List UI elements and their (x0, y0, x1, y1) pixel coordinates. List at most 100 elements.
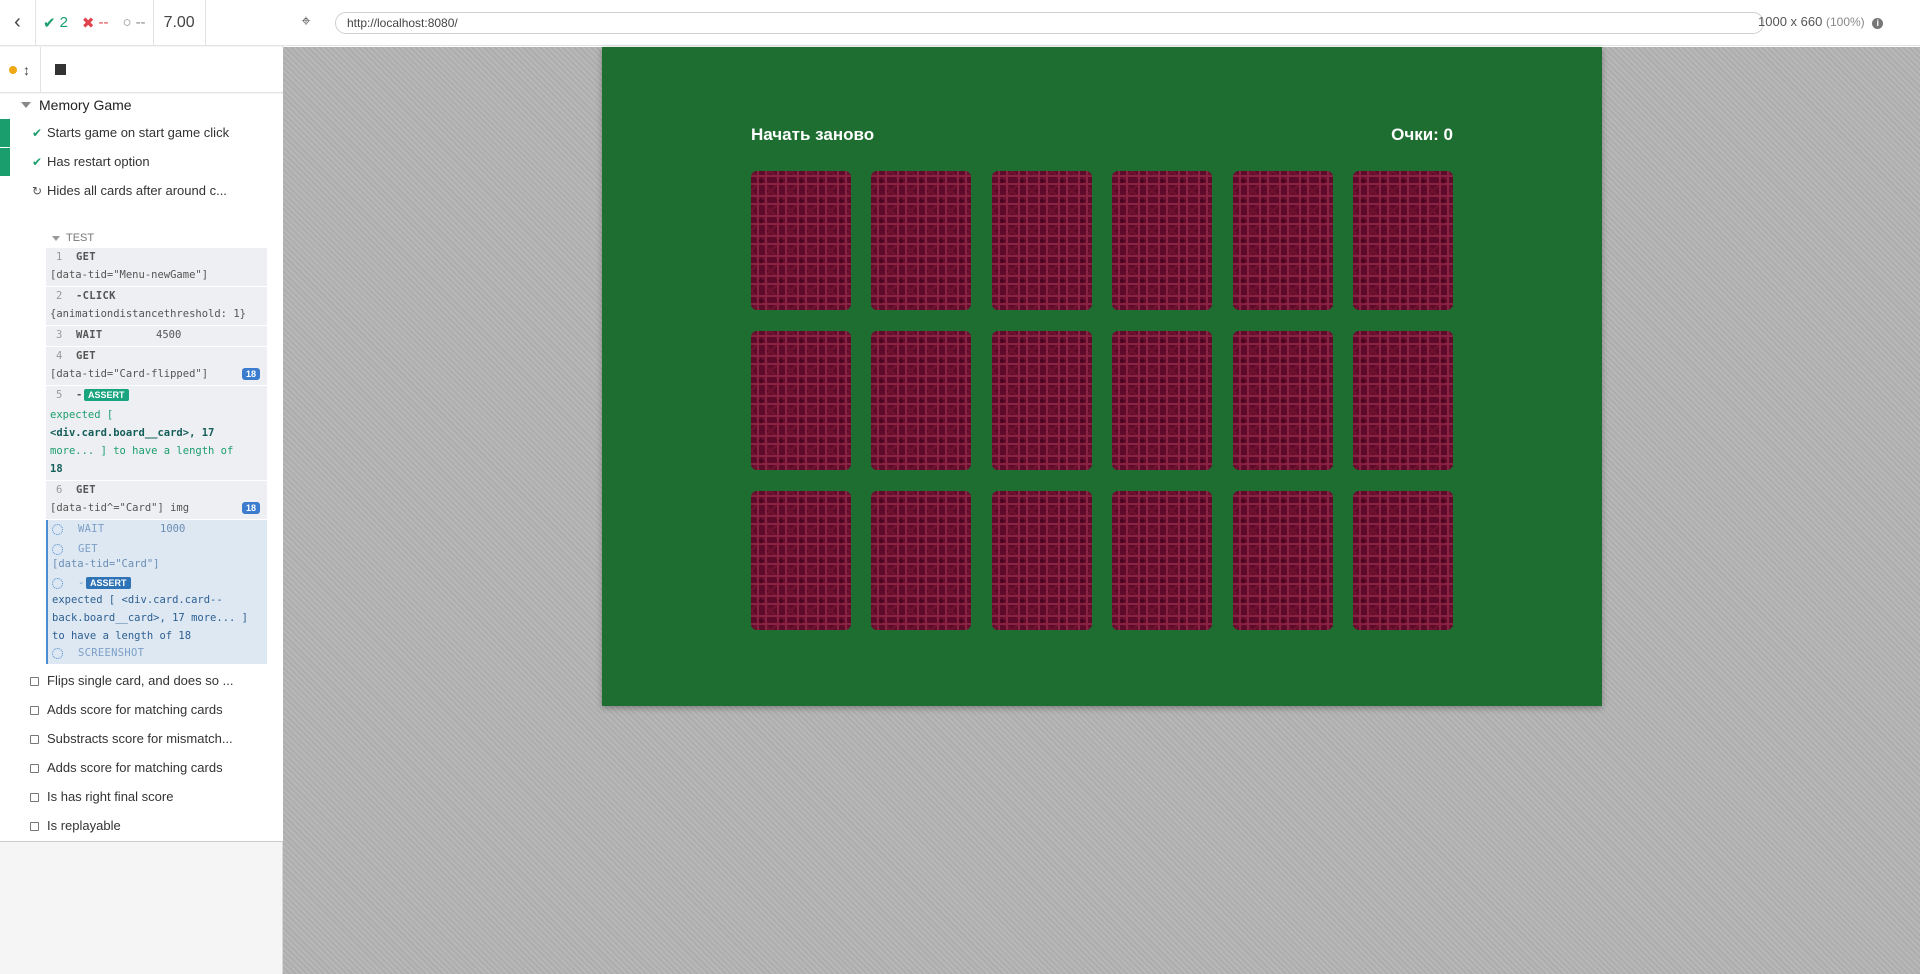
spinner-icon (52, 524, 63, 535)
hook-header[interactable]: TEST (52, 228, 94, 248)
pending-square-icon (30, 677, 39, 686)
passed-bar (0, 119, 10, 147)
stop-button[interactable] (55, 64, 66, 75)
caret-down-icon (52, 235, 60, 241)
card-back-dots (871, 491, 972, 630)
card-back-dots (991, 331, 1092, 470)
test-item[interactable]: Adds score for matching cards (0, 754, 283, 782)
card[interactable] (871, 171, 972, 310)
card[interactable] (751, 171, 851, 310)
command-get[interactable]: 1 GET [data-tid="Menu-newGame"] (46, 248, 267, 286)
count-badge: 18 (241, 368, 260, 380)
card-back-dots (751, 171, 851, 310)
card[interactable] (1353, 491, 1453, 630)
card[interactable] (751, 491, 851, 630)
command-screenshot-pending[interactable]: SCREENSHOT (46, 644, 267, 664)
card[interactable] (1112, 331, 1213, 470)
score-display: Очки: 0 (1391, 125, 1453, 144)
card[interactable] (871, 491, 972, 630)
assert-tag: ASSERT (84, 389, 129, 401)
pending-count: ○ -- (122, 14, 146, 31)
info-icon: i (1872, 18, 1884, 29)
card[interactable] (751, 331, 851, 470)
assert-tag: ASSERT (86, 577, 131, 589)
passed-count: ✔ 2 (43, 14, 68, 32)
restart-button[interactable]: Начать заново (751, 125, 874, 145)
card-back-dots (1112, 331, 1213, 470)
assert-message: expected [ <div.card.card-- back.board__… (52, 594, 248, 642)
card[interactable] (991, 171, 1092, 310)
command-get[interactable]: 6 GET [data-tid^="Card"] img 18 (46, 481, 267, 519)
command-click[interactable]: 2 -CLICK {animationdistancethreshold: 1} (46, 287, 267, 325)
test-item[interactable]: ✔ Has restart option (0, 148, 283, 176)
card-back-dots (871, 171, 972, 310)
card-back-dots (1232, 491, 1333, 630)
scroll-toggle-icon[interactable]: ↕ (23, 62, 30, 78)
caret-down-icon (21, 102, 31, 108)
command-assert-pending[interactable]: - ASSERT expected [ <div.card.card-- bac… (46, 574, 267, 644)
command-assert[interactable]: 5 - ASSERT expected [ <div.card.board__c… (46, 386, 267, 480)
test-item[interactable]: Substracts score for mismatch... (0, 725, 283, 753)
count-badge: 18 (241, 502, 260, 514)
cross-icon: ✖ (81, 14, 95, 32)
test-item[interactable]: Is has right final score (0, 783, 283, 811)
card-back-dots (991, 491, 1092, 630)
suite-title[interactable]: Memory Game (0, 94, 132, 116)
test-item[interactable]: Flips single card, and does so ... (0, 667, 283, 695)
card[interactable] (991, 331, 1092, 470)
run-controls: ↕ (0, 46, 283, 93)
pending-square-icon (30, 822, 39, 831)
check-icon: ✔ (31, 155, 43, 169)
card[interactable] (1232, 491, 1333, 630)
command-get[interactable]: 4 GET [data-tid="Card-flipped"] 18 (46, 347, 267, 385)
card-back-dots (991, 171, 1092, 310)
pending-square-icon (30, 764, 39, 773)
card[interactable] (871, 331, 972, 470)
card-back-dots (1353, 491, 1453, 630)
card-back-dots (1232, 331, 1333, 470)
pending-square-icon (30, 735, 39, 744)
duration: 7.00 (152, 0, 206, 46)
card[interactable] (1112, 171, 1213, 310)
pending-square-icon (30, 793, 39, 802)
card[interactable] (1353, 331, 1453, 470)
stats-bar: ‹ ✔ 2 ✖ -- ○ -- 7.00 (0, 0, 283, 46)
test-item[interactable]: ✔ Starts game on start game click (0, 119, 283, 147)
card-back-dots (1353, 331, 1453, 470)
circle-icon: ○ (122, 14, 132, 31)
test-item[interactable]: Adds score for matching cards (0, 696, 283, 724)
test-item[interactable]: ↻ Hides all cards after around c... (0, 177, 283, 205)
spinner-icon (52, 578, 63, 589)
card-back-dots (1112, 171, 1213, 310)
card[interactable] (1232, 331, 1333, 470)
card[interactable] (1232, 171, 1333, 310)
runnables-list: Memory Game ✔ Starts game on start game … (0, 94, 283, 842)
card[interactable] (1353, 171, 1453, 310)
card-back-dots (871, 331, 972, 470)
refresh-icon: ↻ (31, 184, 43, 198)
assert-message: expected [ <div.card.board__card>, 17 mo… (50, 409, 234, 475)
failed-count: ✖ -- (81, 14, 109, 32)
app-viewport: Начать заново Очки: 0 (283, 47, 1920, 974)
game-header: Начать заново Очки: 0 (751, 125, 1453, 145)
back-icon[interactable]: ‹ (0, 0, 36, 46)
viewport-info[interactable]: 1000 x 660 (100%) i (1758, 14, 1920, 29)
aut-header: ⌖ http://localhost:8080/ 1000 x 660 (100… (283, 0, 1920, 46)
card[interactable] (1112, 491, 1213, 630)
card[interactable] (991, 491, 1092, 630)
divider (40, 46, 41, 93)
card-back-dots (751, 491, 851, 630)
spinner-icon (52, 544, 63, 555)
card-back-dots (1112, 491, 1213, 630)
test-item[interactable]: Is replayable (0, 812, 283, 840)
command-wait-pending[interactable]: WAIT 1000 (46, 520, 267, 540)
command-wait[interactable]: 3 WAIT 4500 (46, 326, 267, 346)
check-icon: ✔ (43, 14, 56, 32)
selector-playground-icon[interactable]: ⌖ (297, 13, 315, 31)
url-field[interactable]: http://localhost:8080/ (335, 12, 1764, 34)
command-log: TEST 1 GET [data-tid="Menu-newGame"] 2 -… (46, 228, 267, 664)
card-back-dots (1353, 171, 1453, 310)
memory-game: Начать заново Очки: 0 (602, 47, 1602, 706)
pending-square-icon (30, 706, 39, 715)
command-get-pending[interactable]: GET [data-tid="Card"] (46, 540, 267, 574)
